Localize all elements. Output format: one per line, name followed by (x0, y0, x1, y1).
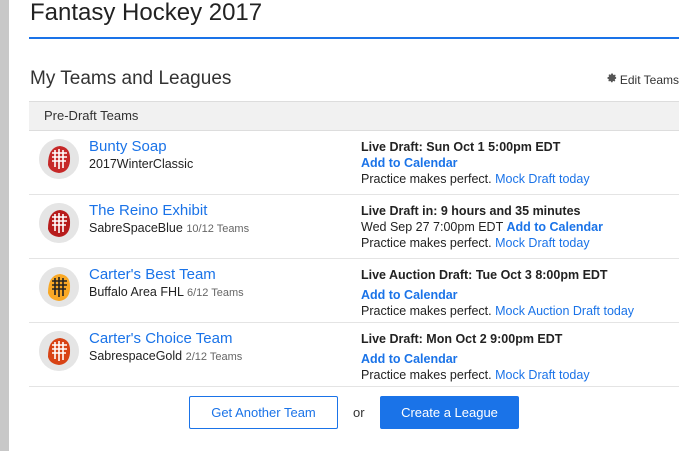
team-row: Bunty Soap 2017WinterClassic Live Draft:… (29, 131, 679, 195)
draft-time: Live Draft: Sun Oct 1 5:00pm EDT (361, 140, 561, 154)
draft-time: Live Draft: Mon Oct 2 9:00pm EDT (361, 332, 563, 346)
mock-draft-link[interactable]: Mock Draft today (495, 368, 589, 382)
mock-draft-link[interactable]: Mock Draft today (495, 172, 589, 186)
table-subhead: Pre-Draft Teams (29, 102, 679, 131)
team-row: Carter's Best Team Buffalo Area FHL 6/12… (29, 259, 679, 323)
practice-text: Practice makes perfect. (361, 236, 492, 250)
draft-info: Live Auction Draft: Tue Oct 3 8:00pm EDT… (361, 267, 679, 319)
team-name-link[interactable]: Carter's Best Team (89, 266, 216, 283)
team-name-link[interactable]: Bunty Soap (89, 138, 167, 155)
edit-teams-link[interactable]: Edit Teams (606, 72, 679, 87)
teams-table: Pre-Draft Teams Bunty Soap 2017WinterCla… (29, 101, 679, 387)
league-name: SabrespaceGold 2/12 Teams (89, 349, 242, 363)
team-avatar-icon[interactable] (39, 203, 79, 243)
practice-text: Practice makes perfect. (361, 368, 492, 382)
add-to-calendar-link[interactable]: Add to Calendar (506, 220, 603, 234)
section-title: My Teams and Leagues (30, 68, 232, 89)
gear-icon (606, 72, 618, 87)
add-to-calendar-link[interactable]: Add to Calendar (361, 156, 458, 170)
team-count: 6/12 Teams (187, 287, 244, 299)
mock-draft-link[interactable]: Mock Draft today (495, 236, 589, 250)
practice-text: Practice makes perfect. (361, 172, 492, 186)
get-another-team-button[interactable]: Get Another Team (189, 396, 338, 429)
main-content: Fantasy Hockey 2017 My Teams and Leagues… (29, 0, 679, 429)
page-header: Fantasy Hockey 2017 (29, 0, 679, 39)
practice-text: Practice makes perfect. (361, 304, 492, 318)
team-count: 2/12 Teams (185, 351, 243, 363)
edit-teams-label: Edit Teams (619, 72, 679, 87)
league-name: Buffalo Area FHL 6/12 Teams (89, 285, 244, 299)
add-to-calendar-link[interactable]: Add to Calendar (361, 352, 458, 366)
page-title: Fantasy Hockey 2017 (30, 0, 263, 26)
draft-time: Live Draft in: 9 hours and 35 minutes (361, 204, 581, 218)
team-avatar-icon[interactable] (39, 139, 79, 179)
draft-info: Live Draft in: 9 hours and 35 minutes We… (361, 203, 679, 251)
team-avatar-icon[interactable] (39, 331, 79, 371)
league-label: Buffalo Area FHL (89, 285, 184, 299)
team-avatar-icon[interactable] (39, 267, 79, 307)
team-name-link[interactable]: Carter's Choice Team (89, 330, 232, 347)
league-name: SabreSpaceBlue 10/12 Teams (89, 221, 249, 235)
draft-info: Live Draft: Sun Oct 1 5:00pm EDT Add to … (361, 139, 679, 187)
team-name-link[interactable]: The Reino Exhibit (89, 202, 207, 219)
team-row: The Reino Exhibit SabreSpaceBlue 10/12 T… (29, 195, 679, 259)
draft-date: Wed Sep 27 7:00pm EDT (361, 220, 503, 234)
league-label: 2017WinterClassic (89, 157, 194, 171)
actions-bar: Get Another Team or Create a League (29, 396, 679, 429)
or-text: or (353, 405, 365, 420)
team-row: Carter's Choice Team SabrespaceGold 2/12… (29, 323, 679, 387)
left-scroll-edge (0, 0, 9, 451)
draft-time: Live Auction Draft: Tue Oct 3 8:00pm EDT (361, 268, 608, 282)
add-to-calendar-link[interactable]: Add to Calendar (361, 288, 458, 302)
league-label: SabrespaceGold (89, 349, 183, 363)
league-name: 2017WinterClassic (89, 157, 193, 171)
team-count: 10/12 Teams (186, 223, 250, 235)
create-league-button[interactable]: Create a League (380, 396, 519, 429)
mock-draft-link[interactable]: Mock Auction Draft today (495, 304, 634, 318)
league-label: SabreSpaceBlue (89, 221, 183, 235)
draft-info: Live Draft: Mon Oct 2 9:00pm EDT Add to … (361, 331, 679, 383)
